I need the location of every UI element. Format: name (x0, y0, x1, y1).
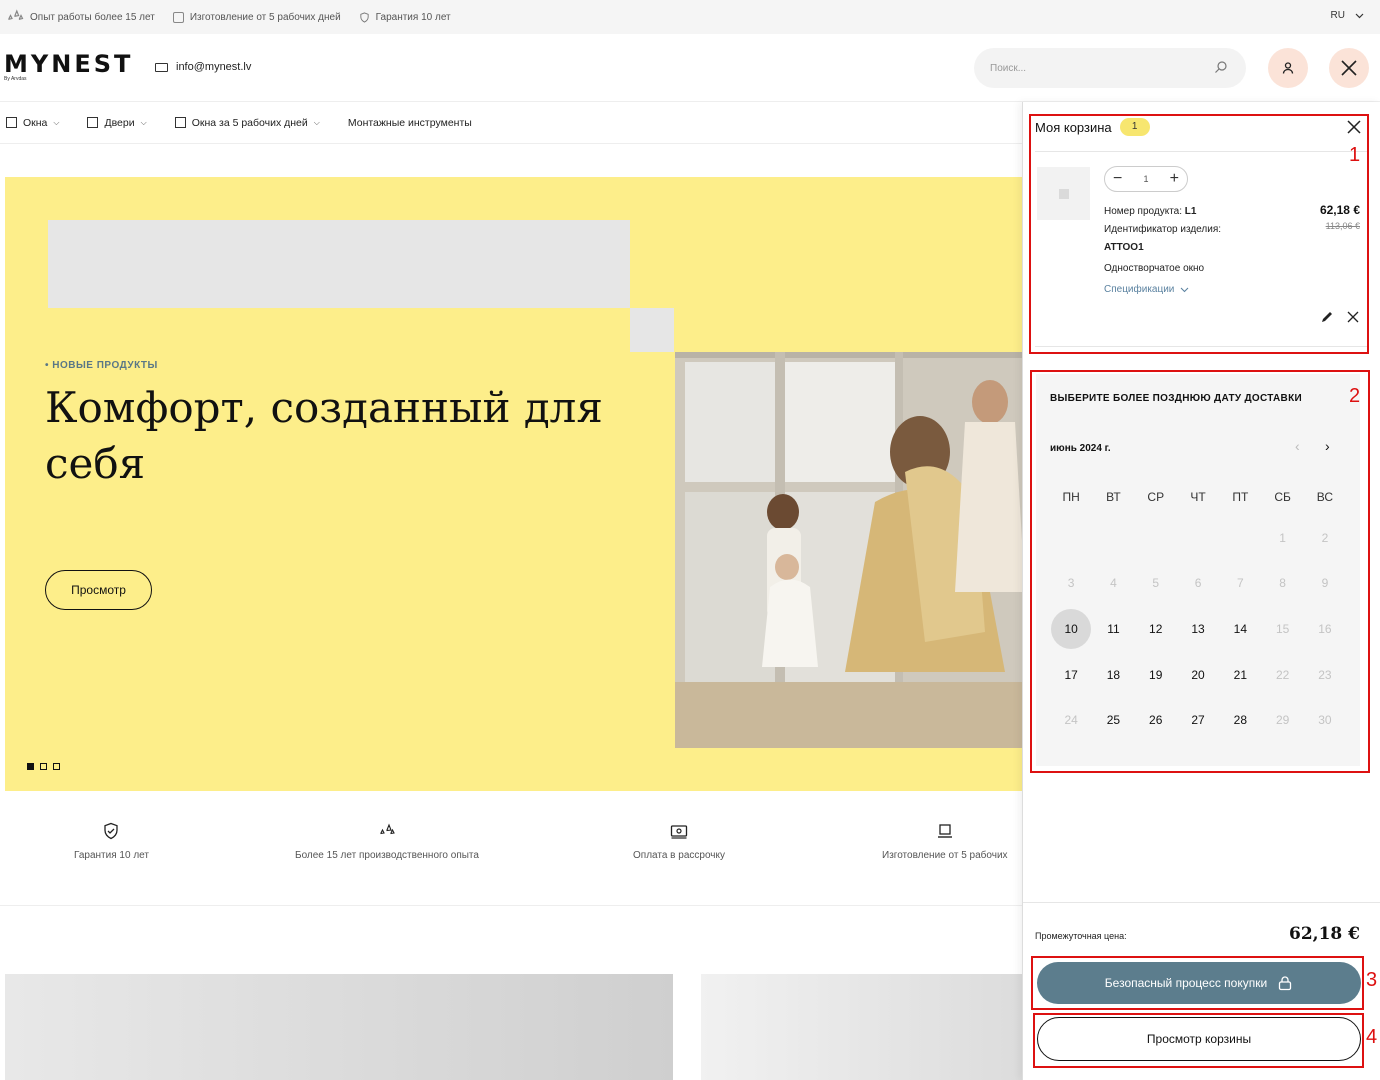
topbar-production: Изготовление от 5 рабочих дней (172, 11, 341, 23)
image-placeholder (48, 220, 630, 308)
annotation-label: 2 (1349, 385, 1361, 407)
shield-icon (360, 11, 369, 23)
nav-item-windows[interactable]: Окна ⌵ (6, 117, 59, 129)
top-info-bar: Опыт работы более 15 лет Изготовление от… (0, 0, 1380, 34)
category-image[interactable] (5, 974, 673, 1080)
stars-icon (8, 9, 24, 21)
divider (1023, 902, 1380, 903)
annotation-label: 3 (1366, 969, 1378, 991)
close-cart-button[interactable] (1329, 48, 1369, 88)
nav-item-fast-windows[interactable]: Окна за 5 рабочих дней ⌵ (174, 117, 320, 129)
window-icon (174, 117, 186, 128)
search-icon[interactable] (1214, 60, 1228, 74)
main-nav: Окна ⌵ Двери ⌵ Окна за 5 рабочих дней ⌵ … (0, 102, 1022, 144)
subtotal-value: 62,18 € (1289, 924, 1360, 944)
search-box (974, 48, 1246, 88)
account-button[interactable] (1268, 48, 1308, 88)
carousel-dot[interactable] (27, 763, 34, 770)
stars-icon (380, 823, 395, 835)
annotation-label: 4 (1366, 1026, 1378, 1048)
annotation-box (1033, 1013, 1364, 1068)
site-header: MYNEST By Arvdas info@mynest.lv (0, 34, 1380, 102)
annotation-box (1030, 370, 1370, 773)
logo-subtitle: By Arvdas (4, 76, 27, 82)
chevron-down-icon: ⌵ (53, 117, 60, 127)
logo[interactable]: MYNEST (4, 50, 133, 78)
email-link[interactable]: info@mynest.lv (155, 61, 251, 73)
close-icon (1341, 60, 1357, 76)
topbar-experience: Опыт работы более 15 лет (6, 8, 155, 26)
laptop-icon (172, 11, 184, 23)
carousel-dot[interactable] (53, 763, 60, 770)
window-icon (6, 117, 17, 128)
image-placeholder (630, 308, 674, 352)
language-selector[interactable]: RU (1331, 10, 1364, 21)
features-strip: Гарантия 10 лет Более 15 лет производств… (0, 822, 1022, 906)
door-icon (87, 117, 99, 128)
money-icon (670, 825, 688, 839)
annotation-box (1031, 956, 1364, 1010)
hero-view-button[interactable]: Просмотр (45, 570, 152, 610)
shield-check-icon (104, 822, 119, 840)
chevron-down-icon (1355, 13, 1364, 18)
mail-icon (155, 62, 168, 72)
chevron-down-icon: ⌵ (140, 117, 147, 127)
feature-production: Изготовление от 5 рабочих (882, 822, 1008, 861)
search-input[interactable] (974, 48, 1194, 88)
hero-title: Комфорт, созданный для себя (45, 383, 603, 488)
subtotal-label: Промежуточная цена: (1035, 931, 1127, 941)
hero-banner: • НОВЫЕ ПРОДУКТЫ Комфорт, созданный для … (5, 177, 1022, 791)
laptop-icon (937, 824, 952, 838)
nav-item-doors[interactable]: Двери ⌵ (87, 117, 147, 129)
chevron-down-icon: ⌵ (313, 117, 320, 127)
annotation-label: 1 (1349, 144, 1361, 166)
hero-tag: • НОВЫЕ ПРОДУКТЫ (45, 360, 158, 371)
feature-experience: Более 15 лет производственного опыта (295, 822, 479, 861)
carousel-dot[interactable] (40, 763, 47, 770)
category-image[interactable] (701, 974, 1022, 1080)
user-icon (1282, 62, 1294, 74)
family-photo (675, 352, 1022, 748)
feature-warranty: Гарантия 10 лет (74, 822, 149, 861)
hero-photo (675, 352, 1022, 748)
carousel-dots (27, 763, 60, 770)
feature-installments: Оплата в рассрочку (633, 822, 725, 861)
nav-item-tools[interactable]: Монтажные инструменты (348, 117, 472, 129)
topbar-warranty: Гарантия 10 лет (359, 12, 451, 23)
annotation-box (1029, 114, 1369, 354)
